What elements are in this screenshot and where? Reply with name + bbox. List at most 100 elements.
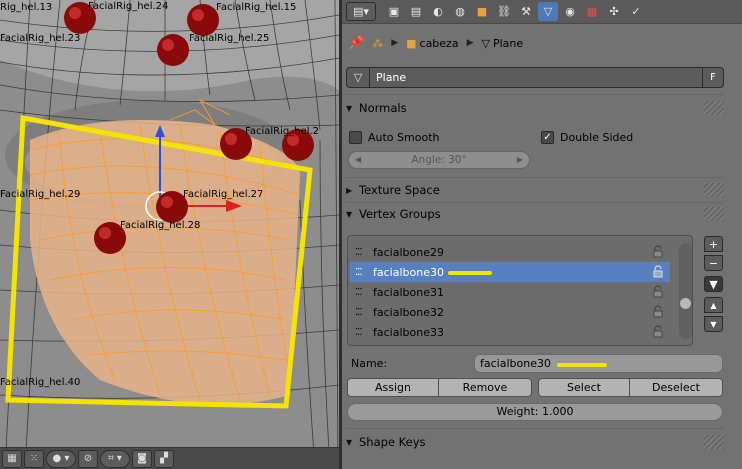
viewport-header-bar: ▦ ⁙ ● ▾ ⊘ ⌗ ▾ ◙ ▞ [0, 447, 339, 469]
vertex-group-icon: ⁚⁚⁚ [355, 246, 363, 258]
bone-label: FacialRig_hel.15 [216, 2, 297, 13]
list-item[interactable]: ⁚⁚⁚ facialbone32 [350, 302, 670, 322]
select-deselect-group: Select Deselect [538, 378, 723, 397]
lock-icon[interactable] [652, 285, 664, 298]
scrollbar-thumb[interactable] [680, 298, 691, 309]
shading-icon[interactable]: ● ▾ [46, 449, 76, 468]
blender-window: Rig_hel.13 FacialRig_hel.24 FacialRig_he… [0, 0, 742, 469]
assign-button[interactable]: Assign [347, 378, 439, 397]
deselect-button[interactable]: Deselect [630, 378, 723, 397]
clapboard-icon[interactable]: ▞ [154, 449, 174, 468]
physics-icon[interactable]: ✓ [626, 2, 646, 21]
viewport-canvas[interactable] [0, 0, 339, 469]
scene-objects-icon: ⁂ [372, 36, 384, 50]
lock-icon[interactable] [652, 265, 664, 278]
panel-grip[interactable] [704, 207, 724, 221]
render-layers-icon[interactable]: ▤ [406, 2, 426, 21]
normals-panel-header[interactable]: ▼ Normals [346, 98, 724, 118]
bone-label: FacialRig_hel.29 [0, 189, 81, 200]
editor-type-icon[interactable]: ▤▾ [346, 2, 376, 21]
vertex-group-icon: ⁚⁚⁚ [355, 266, 363, 278]
panel-grip[interactable] [704, 435, 724, 449]
list-scrollbar[interactable] [679, 243, 692, 339]
pin-icon[interactable]: 📌 [348, 36, 364, 51]
shape-keys-panel-header[interactable]: ▼ Shape Keys [346, 432, 724, 452]
material-icon[interactable]: ◉ [560, 2, 580, 21]
mesh-name-field[interactable]: Plane [370, 67, 703, 88]
breadcrumb-object: ■ cabeza [406, 36, 459, 50]
double-sided-checkbox[interactable]: ✓ [541, 131, 554, 144]
decrement-arrow-icon[interactable]: ◀ [355, 152, 361, 168]
world-icon[interactable]: ◍ [450, 2, 470, 21]
move-up-icon[interactable]: ▲ [704, 297, 723, 313]
remove-vertex-group-button[interactable]: − [704, 255, 723, 271]
bone-label: FacialRig_hel.28 [120, 220, 201, 231]
lock-icon[interactable] [652, 325, 664, 338]
bone-label: Rig_hel.13 [0, 2, 53, 13]
snap-icon[interactable]: ⊘ [78, 449, 98, 468]
vertex-group-icon: ⁚⁚⁚ [355, 286, 363, 298]
vertex-group-list: ⁚⁚⁚ facialbone29 ⁚⁚⁚ facialbone30 ⁚⁚⁚ fa… [347, 235, 693, 346]
vertex-groups-panel-header[interactable]: ▼ Vertex Groups [346, 204, 724, 224]
fake-user-button[interactable]: F [703, 67, 724, 88]
mesh-triangle-icon: ▽ [481, 36, 490, 50]
object-cube-icon: ■ [406, 36, 417, 50]
texture-space-panel-header[interactable]: ▶ Texture Space [346, 180, 724, 200]
list-item[interactable]: ⁚⁚⁚ facialbone33 [350, 322, 670, 342]
texture-icon[interactable]: ▦ [582, 2, 602, 21]
vertex-group-name-row: Name: facialbone30 [347, 353, 723, 373]
double-sided-toggle[interactable]: ✓ Double Sided [541, 131, 633, 144]
mesh-data-icon[interactable]: ▽ [538, 2, 558, 21]
list-item-selected[interactable]: ⁚⁚⁚ facialbone30 [350, 262, 670, 282]
render-icon[interactable]: ▣ [384, 2, 404, 21]
properties-tabs: ▤▾ ▣ ▤ ◐ ◍ ■ ⛓ ⚒ ▽ ◉ ▦ ✣ ✓ [342, 0, 742, 24]
bone-label: FacialRig_hel.27 [183, 189, 264, 200]
move-down-icon[interactable]: ▼ [704, 316, 723, 332]
breadcrumb-arrow-icon: ▶ [466, 38, 474, 48]
bone-label: FacialRig_hel.23 [0, 33, 81, 44]
angle-field[interactable]: ◀ Angle: 30° ▶ [348, 151, 530, 169]
list-item[interactable]: ⁚⁚⁚ facialbone29 [350, 242, 670, 262]
select-button[interactable]: Select [538, 378, 630, 397]
auto-smooth-toggle[interactable]: Auto Smooth [349, 131, 439, 144]
bone-label: FacialRig_hel.24 [88, 1, 169, 12]
name-label: Name: [351, 356, 388, 370]
weight-slider[interactable]: Weight: 1.000 [347, 403, 723, 421]
bone-label: FacialRig_hel.40 [0, 377, 81, 388]
list-item[interactable]: ⁚⁚⁚ facialbone31 [350, 282, 670, 302]
increment-arrow-icon[interactable]: ▶ [517, 152, 523, 168]
mesh-datablock-selector: ▽ Plane F [346, 67, 724, 88]
vertex-group-icon: ⁚⁚⁚ [355, 306, 363, 318]
vertex-group-icon: ⁚⁚⁚ [355, 326, 363, 338]
lock-icon[interactable] [652, 305, 664, 318]
object-icon[interactable]: ■ [472, 2, 492, 21]
highlight-underline [557, 362, 607, 367]
modifiers-icon[interactable]: ⚒ [516, 2, 536, 21]
remove-button[interactable]: Remove [439, 378, 532, 397]
properties-editor: ▤▾ ▣ ▤ ◐ ◍ ■ ⛓ ⚒ ▽ ◉ ▦ ✣ ✓ 📌 ⁂ ▶ ■ cabez… [342, 0, 742, 469]
expanded-triangle-icon: ▼ [346, 209, 353, 219]
3d-viewport[interactable]: Rig_hel.13 FacialRig_hel.24 FacialRig_he… [0, 0, 339, 469]
scene-icon[interactable]: ◐ [428, 2, 448, 21]
highlight-underline [448, 271, 492, 275]
add-vertex-group-button[interactable]: + [704, 236, 723, 252]
bone-label: FacialRig_hel.2 [245, 126, 320, 137]
panel-grip[interactable] [704, 101, 724, 115]
cube-icon[interactable]: ▦ [2, 449, 22, 468]
vertex-group-name-field[interactable]: facialbone30 [474, 353, 723, 373]
camera-render-icon[interactable]: ◙ [132, 449, 152, 468]
panel-grip[interactable] [704, 183, 724, 197]
particles-icon[interactable]: ✣ [604, 2, 624, 21]
specials-menu-icon[interactable]: ▼ [704, 276, 723, 292]
assign-remove-group: Assign Remove [347, 378, 532, 397]
lock-icon[interactable] [652, 245, 664, 258]
auto-smooth-checkbox[interactable] [349, 131, 362, 144]
constraints-icon[interactable]: ⛓ [494, 2, 514, 21]
grid-icon[interactable]: ⌗ ▾ [100, 449, 130, 468]
vertex-select-icon[interactable]: ⁙ [24, 449, 44, 468]
expanded-triangle-icon: ▼ [346, 103, 353, 113]
expanded-triangle-icon: ▼ [346, 437, 353, 447]
breadcrumb-mesh: ▽ Plane [481, 36, 524, 50]
bone-label: FacialRig_hel.25 [189, 33, 270, 44]
mesh-browse-icon[interactable]: ▽ [346, 67, 370, 88]
